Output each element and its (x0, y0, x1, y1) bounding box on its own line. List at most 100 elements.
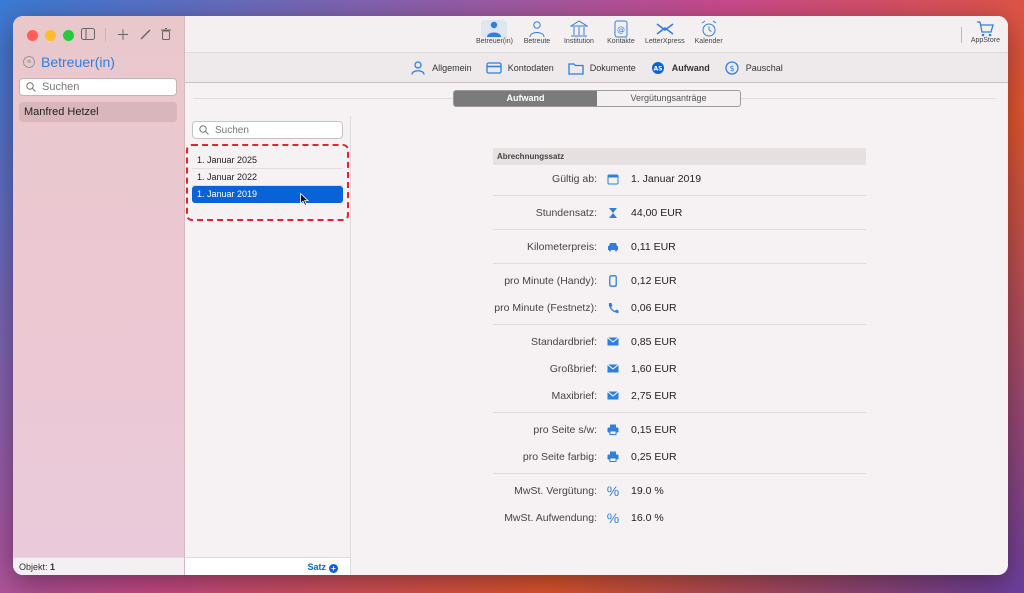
segmented-control: Aufwand Vergütungsanträge (453, 90, 741, 107)
vat-fee-field[interactable]: 19.0 % (625, 485, 664, 497)
rate-form: Abrechnungssatz Gültig ab: 1. Januar 201… (493, 148, 866, 531)
sidebar-title[interactable]: ≡ Betreuer(in) (23, 54, 115, 70)
list-search-input[interactable]: Suchen (192, 121, 343, 139)
mobile-phone-icon (601, 274, 625, 287)
field-label: Gültig ab: (552, 172, 597, 185)
contacts-icon: @ (614, 20, 628, 38)
field-label: MwSt. Aufwendung: (504, 511, 597, 524)
sidebar-footer: Objekt: 1 (13, 557, 184, 575)
field-label: Großbrief: (549, 362, 597, 375)
calendar-icon[interactable] (601, 173, 625, 185)
form-row: Gültig ab: 1. Januar 2019 (493, 165, 866, 192)
mobile-rate-field[interactable]: 0,12 EUR (625, 275, 677, 287)
tab-label: Aufwand (671, 62, 710, 73)
sidebar-title-label: Betreuer(in) (41, 54, 115, 70)
list-item[interactable]: 1. Januar 2025 (192, 152, 343, 169)
trash-icon[interactable] (161, 27, 171, 43)
toolbar-label: Betreuer(in) (476, 38, 513, 45)
segment-aufwand[interactable]: Aufwand (454, 91, 597, 106)
toolbar-betreute[interactable]: Betreute (519, 20, 555, 45)
segment-verguetungsantraege[interactable]: Vergütungsanträge (597, 91, 740, 106)
footer-label: Objekt: (19, 562, 48, 572)
add-satz-button[interactable]: Satz + (185, 557, 350, 575)
field-label: MwSt. Vergütung: (514, 484, 597, 497)
sidebar: ＋ ≡ Betreuer(in) Suchen Manfred Hetzel O… (13, 16, 185, 575)
field-label: Maxibrief: (551, 389, 597, 402)
hourglass-icon (601, 207, 625, 219)
maxi-letter-field[interactable]: 2,75 EUR (625, 390, 677, 402)
field-label: pro Minute (Festnetz): (494, 301, 597, 314)
tab-label: Allgemein (432, 62, 472, 73)
tab-aufwand[interactable]: AS Aufwand (650, 61, 710, 75)
form-row: pro Seite farbig: 0,25 EUR (493, 443, 866, 470)
large-letter-field[interactable]: 1,60 EUR (625, 363, 677, 375)
tab-label: Pauschal (745, 62, 783, 73)
tab-kontodaten[interactable]: Kontodaten (486, 61, 554, 75)
form-row: pro Seite s/w: 0,15 EUR (493, 416, 866, 443)
tab-pauschal[interactable]: $ Pauschal (724, 60, 783, 75)
add-icon[interactable]: ＋ (116, 25, 130, 45)
divider (493, 324, 866, 325)
toolbar-label: Kalender (694, 38, 723, 45)
person-icon (411, 60, 425, 75)
toolbar-kalender[interactable]: Kalender (691, 20, 727, 45)
section-tabs: Allgemein Kontodaten Dokumente AS Aufwan… (185, 53, 1008, 83)
toolbar-letterxpress[interactable]: LetterXpress (645, 20, 685, 45)
standard-letter-field[interactable]: 0,85 EUR (625, 336, 677, 348)
valid-from-field[interactable]: 1. Januar 2019 (625, 173, 701, 185)
search-placeholder: Suchen (42, 81, 80, 93)
form-section-header: Abrechnungssatz (493, 148, 866, 165)
zoom-button[interactable] (63, 30, 74, 41)
color-page-field[interactable]: 0,25 EUR (625, 451, 677, 463)
tab-dokumente[interactable]: Dokumente (568, 61, 636, 75)
list-item[interactable]: 1. Januar 2022 (192, 169, 343, 186)
form-row: MwSt. Vergütung: % 19.0 % (493, 477, 866, 504)
form-row: Standardbrief: 0,85 EUR (493, 328, 866, 355)
landline-rate-field[interactable]: 0,06 EUR (625, 302, 677, 314)
form-row: Kilometerpreis: 0,11 EUR (493, 233, 866, 260)
divider (493, 195, 866, 196)
letterxpress-icon (656, 23, 674, 35)
phone-icon (601, 302, 625, 314)
appstore-label: AppStore (970, 37, 1000, 44)
toolbar-label: Institution (563, 38, 594, 45)
search-icon (199, 125, 209, 135)
toolbar-betreuer[interactable]: Betreuer(in) (476, 20, 513, 45)
tab-label: Dokumente (589, 62, 636, 73)
sidebar-toggle-icon[interactable] (81, 27, 95, 43)
printer-icon (601, 424, 625, 435)
add-satz-label: Satz (307, 562, 326, 572)
field-label: Standardbrief: (531, 335, 597, 348)
toolbar-kontakte[interactable]: @ Kontakte (603, 20, 639, 45)
search-placeholder: Suchen (215, 124, 249, 136)
bw-page-field[interactable]: 0,15 EUR (625, 424, 677, 436)
hourly-rate-field[interactable]: 44,00 EUR (625, 207, 682, 219)
filter-icon[interactable]: ≡ (23, 56, 35, 68)
field-label: pro Seite farbig: (522, 450, 597, 463)
form-row: pro Minute (Handy): 0,12 EUR (493, 267, 866, 294)
toolbar-institution[interactable]: Institution (561, 20, 597, 45)
svg-text:$: $ (729, 64, 734, 73)
footer-count: 1 (50, 562, 56, 572)
sidebar-item[interactable]: Manfred Hetzel (19, 102, 177, 122)
sidebar-search-input[interactable]: Suchen (19, 78, 177, 96)
field-label: Stundensatz: (535, 206, 597, 219)
svg-text:@: @ (617, 25, 625, 34)
mouse-cursor-icon (300, 193, 309, 206)
dollar-circle-icon: $ (725, 60, 739, 75)
sidebar-toolbar: ＋ (81, 25, 171, 45)
tab-label: Kontodaten (507, 62, 554, 73)
list-item-selected[interactable]: 1. Januar 2019 (192, 186, 343, 203)
km-price-field[interactable]: 0,11 EUR (625, 241, 676, 253)
edit-icon[interactable] (140, 27, 151, 43)
envelope-icon (601, 364, 625, 373)
minimize-button[interactable] (45, 30, 56, 41)
divider (493, 263, 866, 264)
appstore-button[interactable]: AppStore (960, 21, 1000, 44)
tab-allgemein[interactable]: Allgemein (410, 60, 472, 75)
form-row: MwSt. Aufwendung: % 16.0 % (493, 504, 866, 531)
close-button[interactable] (27, 30, 38, 41)
printer-icon (601, 451, 625, 462)
envelope-icon (601, 391, 625, 400)
vat-expense-field[interactable]: 16.0 % (625, 512, 664, 524)
